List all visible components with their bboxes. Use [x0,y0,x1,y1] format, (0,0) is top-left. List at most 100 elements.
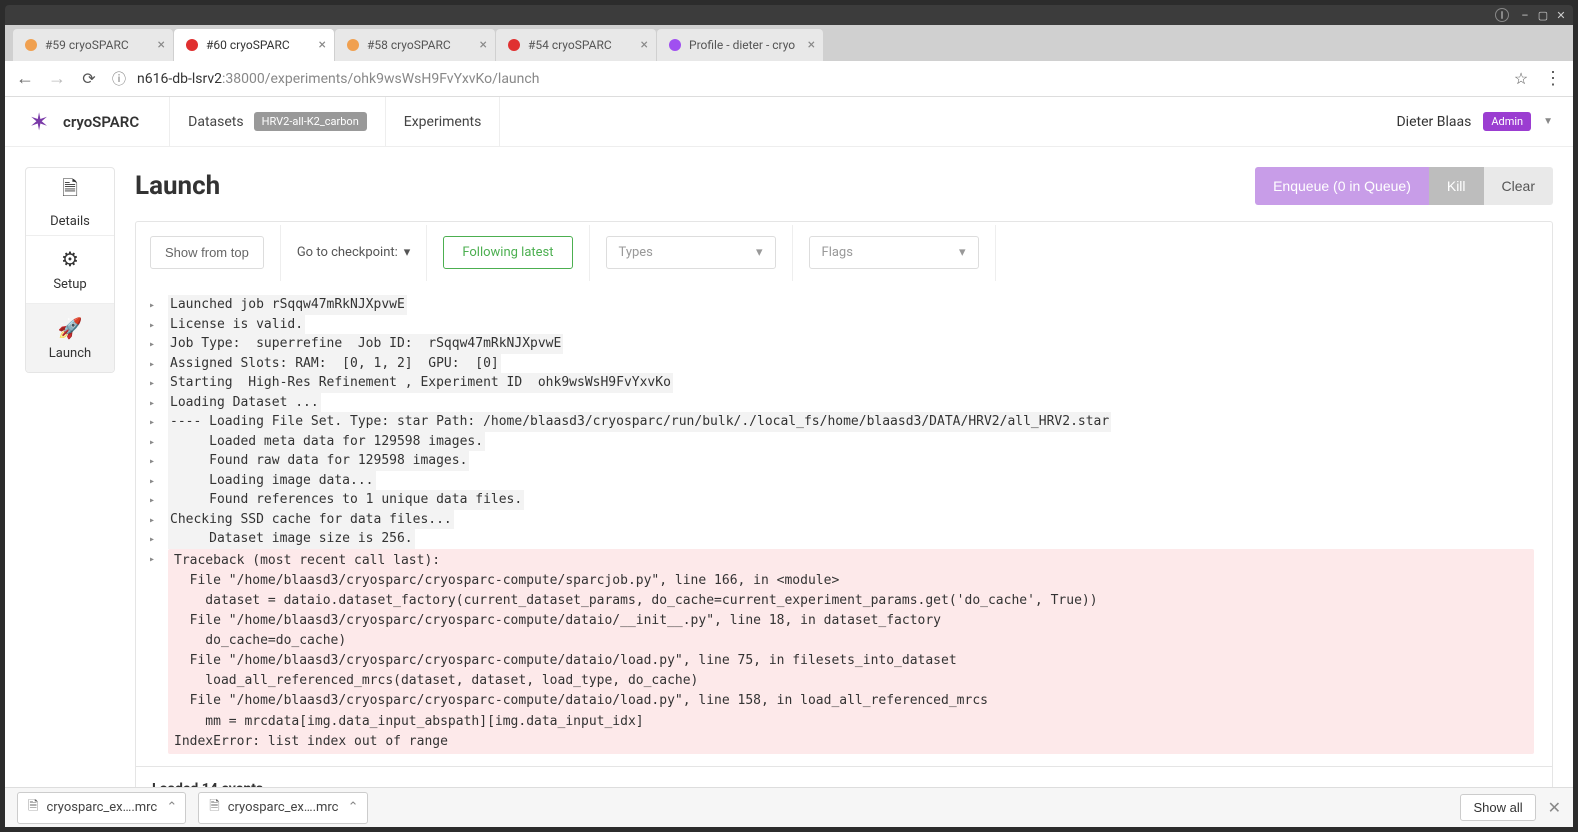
log-expand-icon[interactable]: ▸ [146,549,158,567]
clear-button[interactable]: Clear [1484,167,1553,205]
tab-close-icon[interactable]: × [641,37,648,53]
types-filter-select[interactable]: Types ▾ [606,236,776,269]
log-expand-icon[interactable]: ▸ [146,490,158,508]
sidebar-item-setup[interactable]: ⚙ Setup [26,236,114,304]
tab-label: #58 cryoSPARC [367,38,451,52]
log-line: ---- Loading File Set. Type: star Path: … [168,412,1111,432]
os-maximize-button[interactable]: ▢ [1535,7,1551,23]
nav-datasets-label: Datasets [188,114,243,130]
log-line: Starting High-Res Refinement , Experimen… [168,373,673,393]
log-expand-icon[interactable]: ▸ [146,393,158,411]
browser-tab-strip: #59 cryoSPARC×#60 cryoSPARC×#58 cryoSPAR… [5,25,1573,61]
chevron-up-icon[interactable]: ⌃ [348,800,359,815]
log-line: Found raw data for 129598 images. [168,451,469,471]
browser-tab[interactable]: #59 cryoSPARC× [13,29,173,61]
url-path: :38000/experiments/ohk9wsWsH9FvYxvKo/lau… [222,71,539,87]
log-expand-icon[interactable]: ▸ [146,451,158,469]
browser-tab[interactable]: #60 cryoSPARC× [174,29,334,61]
brand-logo-icon: ✶ [25,108,53,136]
kill-button[interactable]: Kill [1429,167,1484,205]
address-bar[interactable]: n616-db-lsrv2:38000/experiments/ohk9wsWs… [137,71,1501,87]
log-expand-icon[interactable]: ▸ [146,529,158,547]
tab-close-icon[interactable]: × [158,37,165,53]
log-line: License is valid. [168,315,305,335]
log-expand-icon[interactable]: ▸ [146,412,158,430]
download-filename: cryosparc_ex….mrc [46,800,157,815]
sidebar-item-details[interactable]: 🗎 Details [26,168,114,236]
log-expand-icon[interactable]: ▸ [146,295,158,313]
tab-favicon-icon [347,39,359,51]
nav-experiments-label: Experiments [404,114,482,130]
sidebar-item-launch[interactable]: 🚀 Launch [26,304,114,372]
browser-window: #59 cryoSPARC×#60 cryoSPARC×#58 cryoSPAR… [5,25,1573,827]
user-name: Dieter Blaas [1396,114,1471,130]
page-viewport[interactable]: ✶ cryoSPARC Datasets HRV2-all-K2_carbon … [5,97,1573,827]
tab-favicon-icon [25,39,37,51]
nav-experiments[interactable]: Experiments [386,97,500,147]
browser-tab[interactable]: Profile - dieter - cryo × [657,29,823,61]
os-indicator-icon [1495,8,1509,22]
user-menu-caret-icon[interactable]: ▼ [1543,116,1553,127]
log-expand-icon[interactable]: ▸ [146,334,158,352]
show-from-top-button[interactable]: Show from top [150,236,264,269]
log-error-block: Traceback (most recent call last): File … [168,549,1534,754]
tab-label: #54 cryoSPARC [528,38,612,52]
tab-favicon-icon [186,39,198,51]
log-expand-icon[interactable]: ▸ [146,373,158,391]
site-info-icon[interactable]: ⓘ [109,69,129,89]
log-line: Loaded meta data for 129598 images. [168,432,485,452]
chevron-down-icon: ▾ [959,245,966,260]
title-actions: Enqueue (0 in Queue) Kill Clear [1255,167,1553,205]
log-list: ▸ Launched job rSqqw47mRkNJXpvwE ▸ License… [136,283,1552,766]
log-line: Checking SSD cache for data files... [168,510,454,530]
brand-name: cryoSPARC [63,113,139,131]
os-minimize-button[interactable]: – [1517,7,1533,23]
brand[interactable]: ✶ cryoSPARC [25,108,139,136]
file-icon: 🗎 [28,797,38,819]
reload-button[interactable]: ⟳ [77,69,101,88]
flags-filter-select[interactable]: Flags ▾ [809,236,979,269]
back-button[interactable]: ← [13,68,37,89]
tab-close-icon[interactable]: × [319,37,326,53]
log-toolbar: Show from top Go to checkpoint: ▾ Follow… [136,222,1552,283]
sidebar-item-details-label: Details [50,214,90,229]
following-latest-toggle[interactable]: Following latest [443,236,572,269]
log-line: Dataset image size is 256. [168,529,415,549]
chevron-down-icon: ▾ [404,245,411,260]
rocket-icon: 🚀 [58,316,83,340]
browser-tab[interactable]: #58 cryoSPARC × [335,29,495,61]
log-expand-icon[interactable]: ▸ [146,432,158,450]
download-bar: 🗎 cryosparc_ex….mrc ⌃ 🗎 cryosparc_ex….mr… [5,787,1573,827]
download-filename: cryosparc_ex….mrc [228,800,339,815]
log-expand-icon[interactable]: ▸ [146,315,158,333]
download-chip[interactable]: 🗎 cryosparc_ex….mrc ⌃ [17,792,186,824]
log-expand-icon[interactable]: ▸ [146,510,158,528]
browser-tab[interactable]: #54 cryoSPARC × [496,29,656,61]
download-chip[interactable]: 🗎 cryosparc_ex….mrc ⌃ [198,792,367,824]
log-error-head: Traceback (most recent call last): [174,551,1528,571]
sidebar-item-launch-label: Launch [49,346,91,361]
chrome-menu-icon[interactable]: ⋮ [1541,68,1565,89]
chevron-up-icon[interactable]: ⌃ [166,800,177,815]
log-line: Loading Dataset ... [168,393,321,413]
nav-datasets[interactable]: Datasets HRV2-all-K2_carbon [170,97,385,147]
log-line: Launched job rSqqw47mRkNJXpvwE [168,295,407,315]
enqueue-button[interactable]: Enqueue (0 in Queue) [1255,167,1429,205]
forward-button[interactable]: → [45,68,69,89]
goto-checkpoint-dropdown[interactable]: Go to checkpoint: ▾ [297,245,411,260]
browser-toolbar: ← → ⟳ ⓘ n616-db-lsrv2:38000/experiments/… [5,61,1573,97]
tab-close-icon[interactable]: × [808,37,815,53]
tab-label: Profile - dieter - cryo [689,38,795,52]
log-expand-icon[interactable]: ▸ [146,471,158,489]
log-panel: Show from top Go to checkpoint: ▾ Follow… [135,221,1553,812]
page-title: Launch [135,171,220,201]
sidebar-item-setup-label: Setup [53,277,86,292]
show-all-downloads-button[interactable]: Show all [1460,794,1535,821]
gears-icon: ⚙ [61,247,79,271]
bookmark-icon[interactable]: ☆ [1509,69,1533,88]
tab-close-icon[interactable]: × [480,37,487,53]
close-download-bar-icon[interactable]: ✕ [1548,798,1561,817]
os-window-frame: – ▢ ✕ #59 cryoSPARC×#60 cryoSPARC×#58 cr… [0,0,1578,832]
os-close-button[interactable]: ✕ [1553,7,1569,23]
log-expand-icon[interactable]: ▸ [146,354,158,372]
